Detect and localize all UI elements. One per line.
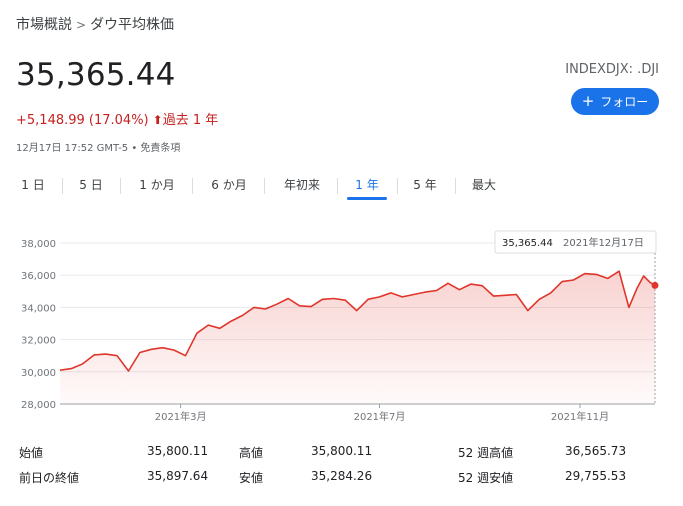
breadcrumb: 市場概説 > ダウ平均株価 bbox=[16, 14, 174, 34]
stat-52w-high-value: 36,565.73 bbox=[565, 444, 627, 458]
tab-divider bbox=[455, 178, 456, 194]
tab-1d[interactable]: 1 日 bbox=[20, 176, 46, 198]
follow-button[interactable]: + フォロー bbox=[571, 88, 659, 115]
x-axis: 2021年3月 2021年7月 2021年11月 bbox=[60, 403, 655, 423]
breadcrumb-parent-link[interactable]: 市場概説 bbox=[16, 17, 72, 33]
y-tick-label: 28,000 bbox=[21, 400, 56, 411]
follow-button-label: フォロー bbox=[600, 95, 649, 109]
stat-open-label: 始値 bbox=[19, 446, 44, 460]
y-axis: 38,000 36,000 34,000 32,000 30,000 28,000 bbox=[21, 239, 56, 411]
price-chart[interactable]: 38,000 36,000 34,000 32,000 30,000 28,000 202… bbox=[0, 226, 683, 431]
tab-6m[interactable]: 6 か月 bbox=[206, 176, 252, 198]
stat-high-value: 35,800.11 bbox=[311, 444, 373, 458]
stat-high-label: 高値 bbox=[239, 446, 264, 460]
x-tick-label: 2021年7月 bbox=[354, 410, 406, 423]
tooltip-value: 35,365.44 bbox=[502, 238, 553, 249]
stat-prev-close-value: 35,897.64 bbox=[147, 469, 209, 483]
stat-52w-low-value: 29,755.53 bbox=[565, 469, 627, 483]
tab-divider bbox=[397, 178, 398, 194]
breadcrumb-separator: > bbox=[76, 18, 87, 32]
breadcrumb-current: ダウ平均株価 bbox=[90, 17, 175, 33]
y-tick-label: 34,000 bbox=[21, 303, 56, 314]
tab-5y[interactable]: 5 年 bbox=[411, 176, 439, 198]
tab-divider bbox=[192, 178, 193, 194]
tab-divider bbox=[337, 178, 338, 194]
tooltip-date: 2021年12月17日 bbox=[563, 236, 644, 249]
x-tick-label: 2021年11月 bbox=[551, 410, 609, 423]
tab-ytd[interactable]: 年初来 bbox=[279, 176, 325, 198]
y-tick-label: 30,000 bbox=[21, 368, 56, 379]
range-tabs: 1 日 5 日 1 か月 6 か月 年初来 1 年 5 年 最大 bbox=[0, 176, 683, 200]
quote-timestamp: 12月17日 17:52 GMT-5 • 免責条項 bbox=[16, 143, 181, 154]
current-price: 35,365.44 bbox=[16, 57, 176, 93]
y-tick-label: 38,000 bbox=[21, 239, 56, 250]
stat-low-label: 安値 bbox=[239, 471, 264, 485]
tab-1m[interactable]: 1 か月 bbox=[134, 176, 180, 198]
change-period: 過去 1 年 bbox=[162, 113, 219, 128]
tab-divider bbox=[264, 178, 265, 194]
tab-divider bbox=[120, 178, 121, 194]
ticker-symbol: INDEXDJX: .DJI bbox=[565, 62, 659, 77]
tab-1y[interactable]: 1 年 bbox=[347, 176, 387, 200]
arrow-up-icon: ⬆ bbox=[152, 113, 163, 127]
stat-52w-low-label: 52 週安値 bbox=[458, 471, 514, 485]
tab-max[interactable]: 最大 bbox=[469, 176, 499, 198]
tab-divider bbox=[62, 178, 63, 194]
price-change: +5,148.99 (17.04%) ⬆過去 1 年 bbox=[16, 109, 218, 128]
x-tick-label: 2021年3月 bbox=[155, 410, 207, 423]
stat-prev-close-label: 前日の終値 bbox=[19, 471, 80, 485]
chart-area-fill bbox=[60, 271, 655, 404]
chart-tooltip: 35,365.44 2021年12月17日 bbox=[494, 230, 657, 254]
chart-current-point bbox=[651, 281, 659, 289]
stat-52w-high-label: 52 週高値 bbox=[458, 446, 514, 460]
stat-open-value: 35,800.11 bbox=[147, 444, 209, 458]
y-tick-label: 36,000 bbox=[21, 271, 56, 282]
stat-low-value: 35,284.26 bbox=[311, 469, 373, 483]
plus-icon: + bbox=[581, 92, 595, 110]
y-tick-label: 32,000 bbox=[21, 336, 56, 347]
price-change-value: +5,148.99 (17.04%) bbox=[16, 113, 149, 128]
tab-5d[interactable]: 5 日 bbox=[78, 176, 104, 198]
